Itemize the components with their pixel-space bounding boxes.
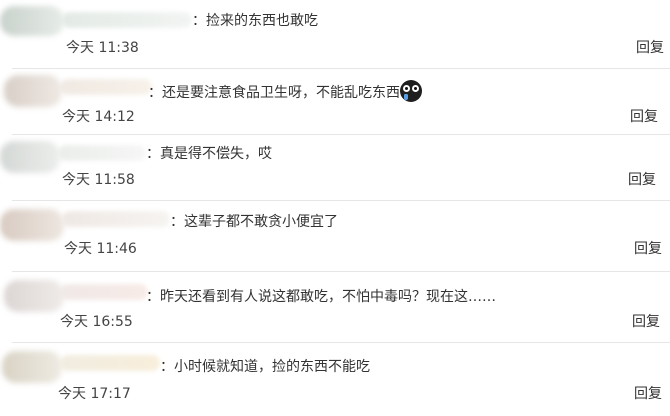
comment-time: 今天 16:55	[60, 314, 133, 330]
comment-item: ：捡来的东西也敢吃 今天 11:38 回复	[0, 0, 670, 68]
blurred-avatar	[0, 141, 60, 173]
blurred-avatar	[0, 6, 64, 36]
reply-button[interactable]: 回复	[634, 385, 662, 403]
comment-item: ：这辈子都不敢贪小便宜了 今天 11:46 回复	[0, 201, 670, 271]
comment-time: 今天 14:12	[62, 109, 135, 125]
comment-text: ：昨天还看到有人说这都敢吃，不怕中毒吗？现在这……	[146, 289, 496, 305]
blurred-username	[62, 211, 170, 227]
blurred-avatar	[2, 351, 62, 383]
comment-text: ：这辈子都不敢贪小便宜了	[170, 214, 338, 230]
blurred-username	[60, 284, 148, 300]
blurred-avatar	[4, 75, 62, 107]
reply-button[interactable]: 回复	[630, 108, 658, 126]
comment-text: ：还是要注意食品卫生呀，不能乱吃东西	[148, 80, 422, 102]
comment-text: ：捡来的东西也敢吃	[192, 13, 318, 29]
comment-time: 今天 11:46	[64, 241, 137, 257]
comment-time: 今天 11:38	[66, 40, 139, 56]
comment-time: 今天 17:17	[58, 386, 131, 402]
blurred-avatar	[0, 209, 64, 241]
blurred-username	[60, 355, 160, 371]
crying-face-icon	[400, 80, 422, 102]
comment-item: ：真是得不偿失，哎 今天 11:58 回复	[0, 135, 670, 200]
comment-text: ：小时候就知道，捡的东西不能吃	[160, 359, 370, 375]
comment-text-body: ：还是要注意食品卫生呀，不能乱吃东西	[148, 85, 400, 101]
blurred-avatar	[4, 280, 64, 312]
blurred-username	[60, 79, 152, 95]
comment-text: ：真是得不偿失，哎	[146, 146, 272, 162]
reply-button[interactable]: 回复	[628, 171, 656, 189]
comment-item: ：昨天还看到有人说这都敢吃，不怕中毒吗？现在这…… 今天 16:55 回复	[0, 272, 670, 342]
blurred-username	[58, 145, 146, 161]
comment-time: 今天 11:58	[62, 172, 135, 188]
reply-button[interactable]: 回复	[632, 313, 660, 331]
reply-button[interactable]: 回复	[636, 39, 664, 57]
blurred-username	[62, 12, 192, 28]
reply-button[interactable]: 回复	[634, 240, 662, 258]
comment-item: ：还是要注意食品卫生呀，不能乱吃东西 今天 14:12 回复	[0, 69, 670, 134]
comment-item: ：小时候就知道，捡的东西不能吃 今天 17:17 回复	[0, 343, 670, 416]
